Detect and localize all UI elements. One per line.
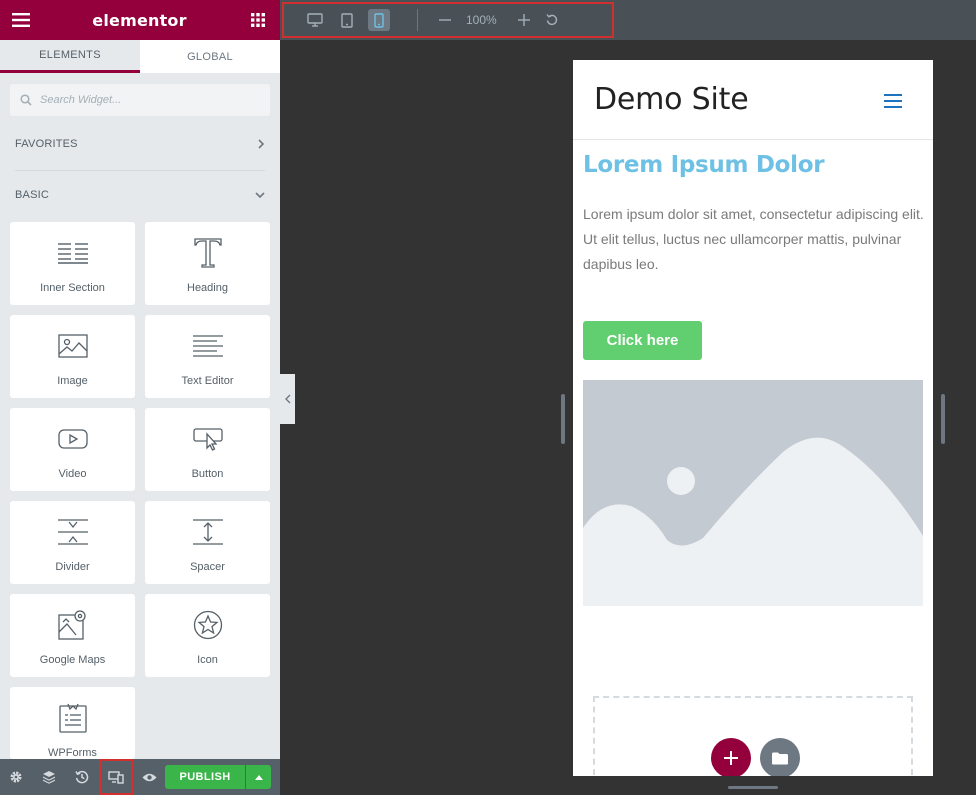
heading-widget[interactable]: Lorem Ipsum Dolor: [583, 152, 825, 178]
tablet-device-button[interactable]: [336, 9, 358, 31]
gear-icon: [10, 771, 22, 783]
responsive-icon: [108, 771, 124, 784]
wpforms-icon: [58, 701, 87, 735]
resize-handle-left[interactable]: [561, 394, 565, 444]
widget-label: Inner Section: [40, 282, 105, 294]
widget-button[interactable]: Button: [145, 408, 270, 491]
plus-icon: [518, 14, 530, 26]
text-editor-widget[interactable]: Lorem ipsum dolor sit amet, consectetur …: [583, 202, 925, 277]
preview-button[interactable]: [133, 759, 165, 795]
google-maps-icon: [57, 608, 88, 642]
folder-icon: [772, 752, 788, 764]
widgets-grid-icon[interactable]: [248, 10, 268, 30]
widget-label: WPForms: [48, 747, 97, 759]
desktop-device-button[interactable]: [304, 9, 326, 31]
toolbar-divider: [417, 9, 418, 31]
layers-icon: [43, 771, 55, 784]
plus-icon: [724, 751, 738, 765]
desktop-icon: [307, 13, 323, 27]
widget-label: Icon: [197, 654, 218, 666]
panel-header: elementor: [0, 0, 280, 40]
chevron-down-icon: [255, 192, 265, 199]
divider-icon: [57, 515, 88, 549]
star-icon: [193, 608, 223, 642]
chevron-left-icon: [284, 394, 290, 404]
chevron-right-icon: [258, 139, 265, 149]
site-header: Demo Site: [573, 60, 933, 140]
widget-label: Spacer: [190, 561, 225, 573]
category-favorites[interactable]: FAVORITES: [15, 138, 265, 150]
responsive-toolbar: 100%: [280, 0, 976, 40]
widget-label: Google Maps: [39, 654, 106, 666]
widget-text-editor[interactable]: Text Editor: [145, 315, 270, 398]
text-editor-icon: [192, 329, 223, 363]
category-divider: [15, 170, 265, 171]
widget-heading[interactable]: Heading: [145, 222, 270, 305]
category-label: FAVORITES: [15, 138, 78, 150]
navigator-button[interactable]: [33, 759, 65, 795]
widget-wpforms[interactable]: WPForms: [10, 687, 135, 759]
search-icon: [20, 94, 32, 106]
widget-label: Button: [191, 468, 224, 480]
widget-label: Heading: [187, 282, 228, 294]
widget-label: Image: [57, 375, 88, 387]
widget-google-maps[interactable]: Google Maps: [10, 594, 135, 677]
widget-image[interactable]: Image: [10, 315, 135, 398]
category-label: BASIC: [15, 189, 50, 201]
history-icon: [75, 770, 89, 784]
resize-handle-bottom[interactable]: [728, 786, 778, 789]
publish-options-button[interactable]: [246, 765, 271, 789]
add-template-button[interactable]: [760, 738, 800, 776]
inner-section-icon: [57, 236, 88, 270]
settings-button[interactable]: [0, 759, 32, 795]
reset-zoom-button[interactable]: [541, 9, 563, 31]
collapse-panel-button[interactable]: [280, 374, 295, 424]
widget-icon[interactable]: Icon: [145, 594, 270, 677]
mobile-icon: [374, 12, 384, 28]
spacer-icon: [192, 515, 223, 549]
hamburger-menu-icon[interactable]: [884, 94, 902, 108]
empty-section-dropzone[interactable]: [593, 696, 913, 776]
widget-divider[interactable]: Divider: [10, 501, 135, 584]
widget-video[interactable]: Video: [10, 408, 135, 491]
zoom-level: 100%: [466, 13, 497, 27]
panel-tabs: ELEMENTS GLOBAL: [0, 40, 280, 73]
image-placeholder[interactable]: [583, 380, 923, 606]
caret-up-icon: [254, 774, 263, 780]
eye-icon: [142, 773, 156, 781]
tab-global[interactable]: GLOBAL: [140, 40, 280, 73]
publish-button[interactable]: PUBLISH: [165, 765, 245, 789]
elementor-logo: elementor: [92, 10, 187, 30]
widget-label: Text Editor: [181, 375, 234, 387]
site-title[interactable]: Demo Site: [594, 82, 749, 117]
zoom-out-button[interactable]: [434, 9, 456, 31]
search-box: [10, 84, 270, 116]
widget-inner-section[interactable]: Inner Section: [10, 222, 135, 305]
search-input[interactable]: [40, 94, 260, 106]
tab-elements[interactable]: ELEMENTS: [0, 40, 140, 73]
widget-spacer[interactable]: Spacer: [145, 501, 270, 584]
heading-icon: [193, 236, 222, 270]
category-basic[interactable]: BASIC: [15, 189, 265, 201]
widget-label: Video: [58, 468, 87, 480]
minus-icon: [439, 19, 451, 21]
click-here-button[interactable]: Click here: [583, 321, 702, 360]
mobile-preview: Demo Site Lorem Ipsum Dolor Lorem ipsum …: [573, 60, 933, 776]
tablet-icon: [341, 12, 353, 28]
mobile-device-button[interactable]: [368, 9, 390, 31]
responsive-mode-button[interactable]: [99, 759, 133, 795]
history-button[interactable]: [66, 759, 98, 795]
editor-panel: elementor ELEMENTS GLOBAL FAVORITES BASI…: [0, 0, 280, 795]
zoom-in-button[interactable]: [513, 9, 535, 31]
button-icon: [192, 422, 223, 456]
widget-label: Divider: [55, 561, 90, 573]
video-icon: [57, 422, 88, 456]
menu-icon[interactable]: [11, 10, 31, 30]
add-section-button[interactable]: [711, 738, 751, 776]
reset-icon: [546, 14, 558, 26]
resize-handle-right[interactable]: [941, 394, 945, 444]
image-icon: [57, 329, 88, 363]
